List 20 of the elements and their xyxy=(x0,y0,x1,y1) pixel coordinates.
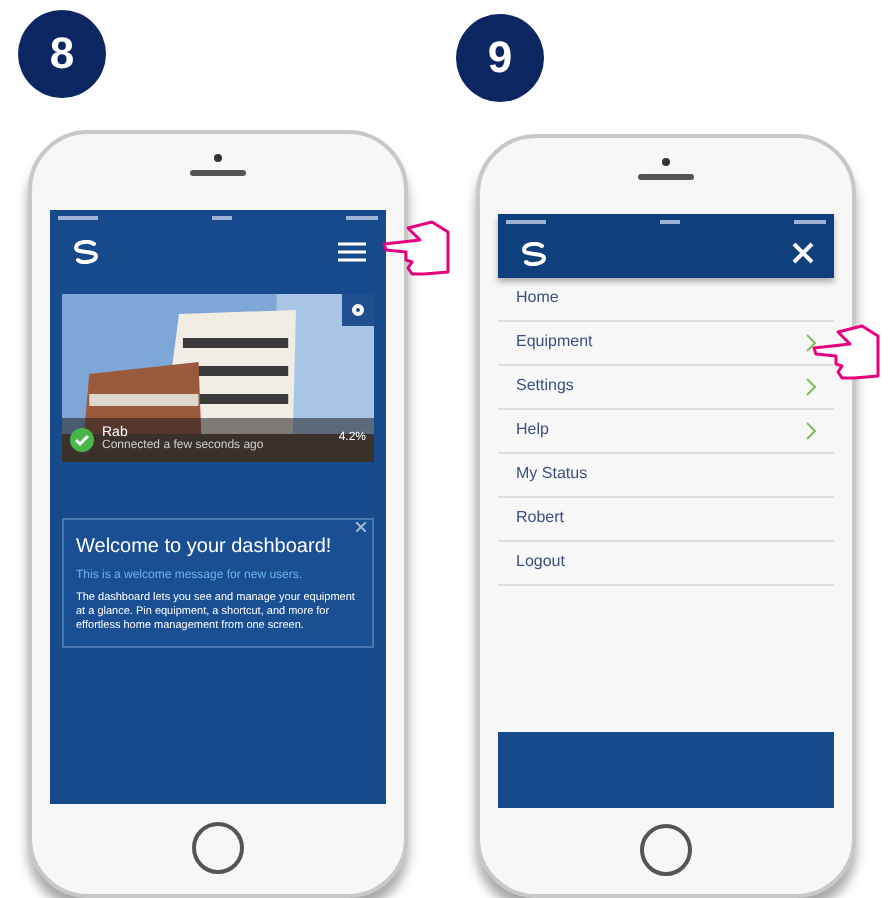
camera-icon xyxy=(214,153,222,162)
menu-item[interactable]: Logout xyxy=(498,541,834,586)
menu-item[interactable]: Settings xyxy=(498,365,834,410)
logo-icon xyxy=(518,241,550,266)
menu-item[interactable]: Home xyxy=(498,277,834,322)
menu-item[interactable]: Robert xyxy=(498,497,834,542)
logo-icon xyxy=(70,239,102,264)
home-button[interactable] xyxy=(192,822,244,875)
step-badge: 9 xyxy=(456,14,544,102)
speaker-icon xyxy=(638,173,694,180)
menu-item[interactable]: Help xyxy=(498,409,834,454)
menu-item[interactable]: My Status xyxy=(498,453,834,498)
menu-icon[interactable] xyxy=(338,241,366,262)
step-badge: 8 xyxy=(18,10,106,98)
camera-icon xyxy=(662,157,670,166)
welcome-title: Welcome to your dashboard! xyxy=(76,533,334,562)
speaker-icon xyxy=(190,169,246,176)
home-button[interactable] xyxy=(640,824,692,877)
settings-icon[interactable] xyxy=(342,293,374,326)
check-icon xyxy=(70,427,94,452)
